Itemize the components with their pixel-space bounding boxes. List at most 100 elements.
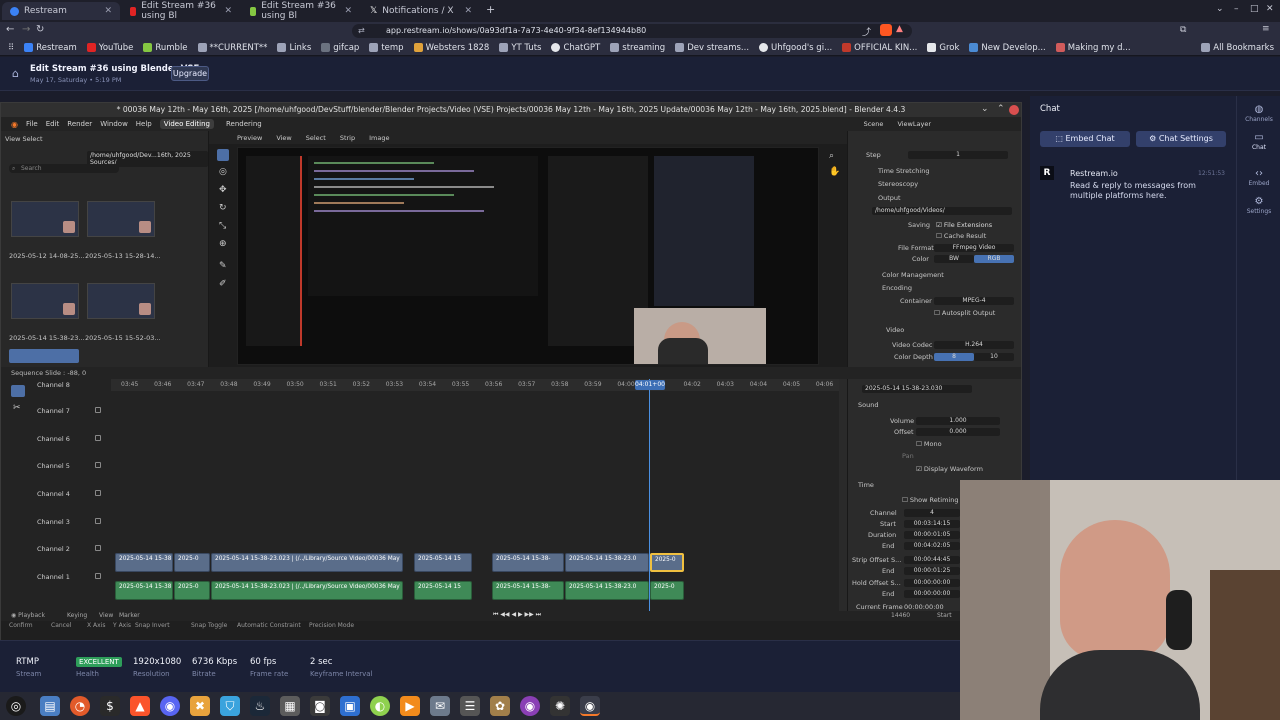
rotate-tool-icon[interactable]: ↻	[219, 203, 227, 213]
blender-taskbar-icon[interactable]: ◉	[580, 696, 600, 716]
audio-strip[interactable]: 2025-05-14 15-38-23.023 | (/../Library/S…	[211, 581, 403, 600]
chatgpt-icon[interactable]: ✺	[550, 696, 570, 716]
channel-mute-checkbox[interactable]	[95, 545, 101, 551]
keying-menu[interactable]: Keying	[67, 612, 87, 619]
bookmark-folder[interactable]: streaming	[605, 43, 670, 53]
sidebar-item-embed[interactable]: ‹› Embed	[1237, 168, 1280, 187]
firefox-icon[interactable]: ◔	[70, 696, 90, 716]
pan-hand-icon[interactable]: ✋	[829, 167, 840, 177]
blender-minimize-icon[interactable]: ⌄	[981, 104, 989, 114]
url-field[interactable]: ⇄ app.restream.io/shows/0a93df1a-7a73-4e…	[352, 24, 912, 38]
app-icon[interactable]: ▦	[280, 696, 300, 716]
tab-restream[interactable]: Restream ✕	[2, 2, 120, 20]
time-stretching-section[interactable]: Time Stretching	[878, 167, 929, 175]
move-tool-icon[interactable]: ✥	[219, 185, 227, 195]
bookmark-folder[interactable]: temp	[364, 43, 408, 53]
audio-strip[interactable]: 2025-05-14 15-38-	[492, 581, 564, 600]
output-path-field[interactable]: /home/uhfgood/Videos/	[872, 207, 1012, 215]
autosplit-checkbox[interactable]: ☐ Autosplit Output	[934, 309, 995, 317]
close-tab-icon[interactable]: ✕	[344, 6, 352, 16]
audio-strip[interactable]: 2025-0	[650, 581, 684, 600]
transform-tool-icon[interactable]: ⊕	[219, 239, 227, 249]
close-tab-icon[interactable]: ✕	[224, 6, 232, 16]
upgrade-button[interactable]: Upgrade	[171, 66, 209, 81]
bookmark[interactable]: OFFICIAL KIN...	[837, 43, 922, 53]
github-icon[interactable]: ◉	[520, 696, 540, 716]
selected-video-strip[interactable]: 2025-0	[650, 553, 684, 572]
tab-x[interactable]: 𝕏 Notifications / X ✕	[362, 2, 480, 20]
offset-field[interactable]: 0.000	[916, 428, 1000, 436]
display-waveform-checkbox[interactable]: ☑ Display Waveform	[916, 465, 983, 473]
bookmark[interactable]: Restream	[19, 43, 82, 53]
steam-icon[interactable]: ♨	[250, 696, 270, 716]
annotate-tool-icon[interactable]: ✐	[219, 279, 227, 289]
video-thumbnail[interactable]	[11, 283, 79, 319]
video-strip[interactable]: 2025-05-14 15-38-23.0	[565, 553, 649, 572]
obs-icon[interactable]: ✖	[190, 696, 210, 716]
brave-icon[interactable]: ▲	[130, 696, 150, 716]
start-field[interactable]: 00:03:14:15	[904, 520, 960, 528]
bookmark-folder[interactable]: Dev streams...	[670, 43, 754, 53]
back-icon[interactable]: ←	[6, 24, 14, 35]
color-depth-8[interactable]: 8	[934, 353, 974, 361]
embed-chat-button[interactable]: ⬚ Embed Chat	[1040, 131, 1130, 147]
preview-menu-image[interactable]: Image	[369, 134, 389, 142]
browser-icon[interactable]: ◐	[370, 696, 390, 716]
bookmark[interactable]: gifcap	[316, 43, 364, 53]
channel-mute-checkbox[interactable]	[95, 462, 101, 468]
tab-youtube[interactable]: Edit Stream #36 using Bl ✕	[122, 1, 240, 21]
video-strip[interactable]: 2025-05-14 15-38	[115, 553, 173, 572]
sidebar-item-channels[interactable]: ◍ Channels	[1237, 104, 1280, 123]
bookmark[interactable]: Rumble	[138, 43, 192, 53]
sound-section[interactable]: Sound	[858, 401, 878, 409]
tab-rumble[interactable]: Edit Stream #36 using Bl ✕	[242, 1, 360, 21]
terminal-icon[interactable]: $	[100, 696, 120, 716]
menu-file[interactable]: File	[26, 120, 38, 128]
files-icon[interactable]: ▤	[40, 696, 60, 716]
preview-menu-strip[interactable]: Strip	[340, 134, 355, 142]
file-format-dropdown[interactable]: FFmpeg Video	[934, 244, 1014, 252]
close-window-icon[interactable]: ✕	[1266, 4, 1274, 14]
blender-close-icon[interactable]	[1009, 105, 1019, 115]
workspace-tab-video-editing[interactable]: Video Editing	[159, 119, 214, 129]
video-thumbnail[interactable]	[87, 283, 155, 319]
tab-list-icon[interactable]: ⌄	[1216, 4, 1224, 14]
file-browser-menu[interactable]: View Select	[5, 135, 43, 143]
maximize-icon[interactable]: □	[1250, 4, 1259, 14]
menu-render[interactable]: Render	[67, 120, 92, 128]
preview-mode-dropdown[interactable]: Preview	[237, 134, 262, 142]
blender-logo-icon[interactable]: ◉	[11, 120, 18, 129]
zoom-icon[interactable]: ⌕	[829, 151, 834, 161]
output-section[interactable]: Output	[878, 194, 901, 202]
hold-offset-end-field[interactable]: 00:00:00:00	[904, 590, 960, 598]
step-field[interactable]: 1	[908, 151, 1008, 159]
color-management-section[interactable]: Color Management	[882, 271, 944, 279]
file-extensions-checkbox[interactable]: ☑ File Extensions	[936, 221, 992, 229]
blade-tool-icon[interactable]: ✂	[13, 403, 21, 413]
sidebar-item-chat[interactable]: ▭ Chat	[1237, 132, 1280, 151]
channel-mute-checkbox[interactable]	[95, 435, 101, 441]
marker-menu[interactable]: Marker	[119, 612, 140, 619]
hold-offset-field[interactable]: 00:00:00:00	[904, 579, 960, 587]
menu-edit[interactable]: Edit	[46, 120, 60, 128]
file-search-input[interactable]: ⌕ Search	[9, 164, 119, 173]
channel-mute-checkbox[interactable]	[95, 407, 101, 413]
channel-mute-checkbox[interactable]	[95, 518, 101, 524]
bookmark[interactable]: Websters 1828	[409, 43, 495, 53]
mail-icon[interactable]: ✉	[430, 696, 450, 716]
gimp-icon[interactable]: ✿	[490, 696, 510, 716]
scene-selector[interactable]: Scene	[864, 120, 884, 128]
duration-field[interactable]: 00:00:01:05	[904, 531, 960, 539]
playback-menu[interactable]: ◉ Playback	[11, 612, 45, 619]
end-field[interactable]: 00:04:02:05	[904, 542, 960, 550]
selected-file[interactable]	[9, 349, 79, 363]
video-thumbnail[interactable]	[87, 201, 155, 237]
preview-menu-view[interactable]: View	[276, 134, 291, 142]
stereoscopy-section[interactable]: Stereoscopy	[878, 180, 918, 188]
cache-result-checkbox[interactable]: ☐ Cache Result	[936, 232, 986, 240]
mono-checkbox[interactable]: ☐ Mono	[916, 440, 942, 448]
sidebar-item-settings[interactable]: ⚙ Settings	[1237, 196, 1280, 215]
new-tab-button[interactable]: +	[486, 3, 495, 16]
blender-maximize-icon[interactable]: ⌃	[997, 104, 1005, 114]
encoding-section[interactable]: Encoding	[882, 284, 912, 292]
